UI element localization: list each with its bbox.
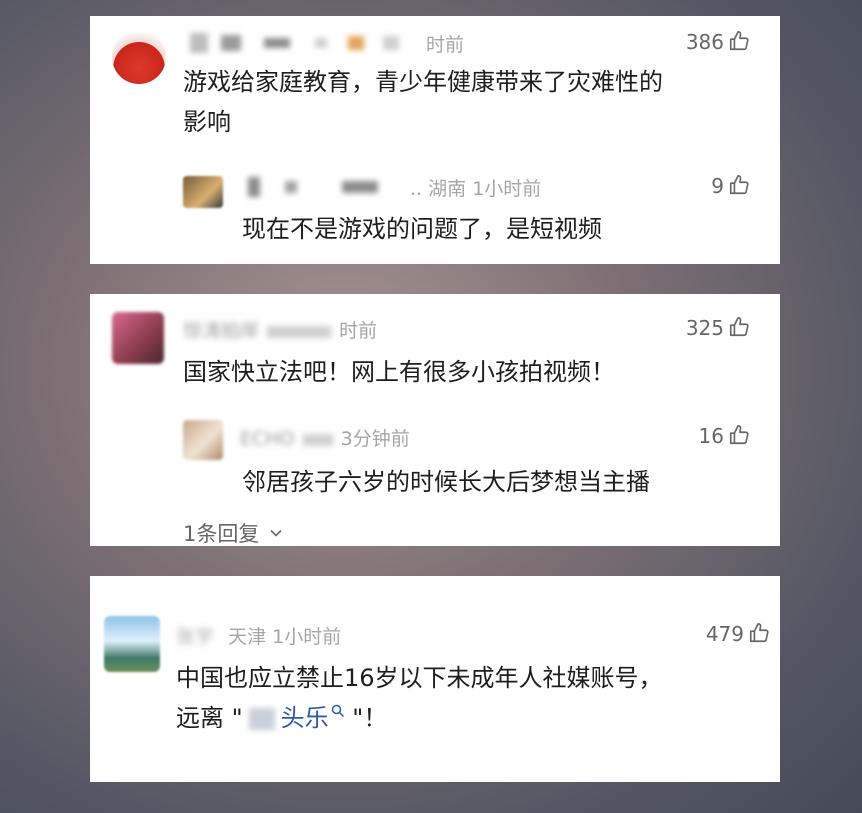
like-button[interactable]: 325 <box>686 316 750 340</box>
like-button[interactable]: 386 <box>686 30 750 54</box>
comment-time: 时前 <box>339 320 378 342</box>
search-link[interactable]: 头乐 <box>281 704 345 732</box>
like-count: 386 <box>685 30 724 54</box>
reply-time: 3分钟前 <box>340 428 410 450</box>
reply-location: 湖南 <box>428 178 467 200</box>
user-avatar[interactable] <box>112 30 166 84</box>
like-count: 325 <box>685 316 724 340</box>
comment-text-line-1: 中国也应立禁止16岁以下未成年人社媒账号， <box>176 664 663 692</box>
thumbs-up-icon <box>729 425 749 445</box>
comment-text-line-1: 游戏给家庭教育，青少年健康带来了灾难性的 <box>183 68 663 96</box>
reply-like-button[interactable]: 16 <box>699 424 750 448</box>
comment-location: 天津 <box>228 626 267 648</box>
comment-time: 时前 <box>426 34 465 56</box>
thumbs-up-icon <box>749 623 769 643</box>
comment-meta: 惊涛拍岸 时前 <box>183 316 377 343</box>
reply-like-count: 9 <box>711 174 724 198</box>
reply-text: 现在不是游戏的问题了，是短视频 <box>242 215 602 243</box>
reply-text: 邻居孩子六岁的时候长大后梦想当主播 <box>242 468 650 496</box>
thumbs-up-icon <box>729 175 749 195</box>
username-redacted[interactable] <box>190 32 425 56</box>
thumbs-up-icon <box>729 31 749 51</box>
reply-avatar[interactable] <box>183 176 223 208</box>
user-avatar[interactable] <box>104 616 160 672</box>
username[interactable]: 张宇 <box>176 622 214 649</box>
comment-card-3: 张宇 天津 1小时前 479 中国也应立禁止16岁以下未成年人社媒账号， 远离 … <box>90 576 780 782</box>
like-count: 479 <box>705 622 744 646</box>
reply-time: 1小时前 <box>472 178 542 200</box>
reply-like-count: 16 <box>698 424 724 448</box>
reply-meta: .. 湖南 1小时前 <box>410 178 542 200</box>
username[interactable]: 惊涛拍岸 <box>183 316 259 343</box>
comment-card-2: 惊涛拍岸 时前 325 国家快立法吧！网上有很多小孩拍视频！ ECHO 3分钟前… <box>90 294 780 546</box>
thumbs-up-icon <box>729 317 749 337</box>
more-replies-link[interactable]: 1条回复 <box>183 518 283 548</box>
chevron-down-icon <box>270 529 282 537</box>
comment-text: 国家快立法吧！网上有很多小孩拍视频！ <box>183 358 615 386</box>
reply-like-button[interactable]: 9 <box>711 174 750 198</box>
reply-username-redacted[interactable] <box>248 176 398 200</box>
search-icon <box>331 704 344 718</box>
like-button[interactable]: 479 <box>706 622 770 646</box>
comment-time: 1小时前 <box>272 626 342 648</box>
comment-text-line-2: 影响 <box>183 108 231 136</box>
reply-meta: ECHO 3分钟前 <box>240 424 410 451</box>
reply-username[interactable]: ECHO <box>240 428 295 450</box>
comment-card-1: 时前 386 游戏给家庭教育，青少年健康带来了灾难性的 影响 .. 湖南 1小时… <box>90 16 780 264</box>
user-avatar[interactable] <box>112 312 164 364</box>
comment-meta: 张宇 天津 1小时前 <box>176 622 341 649</box>
comment-text-line-2: 远离 " 头乐 "！ <box>176 704 388 732</box>
more-replies-label: 1条回复 <box>183 522 260 546</box>
reply-avatar[interactable] <box>183 420 223 460</box>
